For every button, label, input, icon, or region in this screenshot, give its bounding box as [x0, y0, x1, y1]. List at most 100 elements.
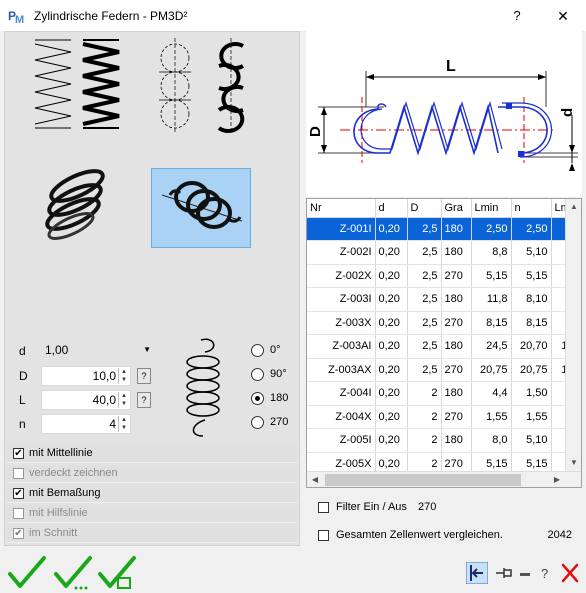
spring-drawing-svg: L D d	[307, 58, 578, 171]
scroll-thumb[interactable]	[325, 474, 521, 486]
dock-panel-icon[interactable]	[466, 562, 488, 584]
table-horizontal-scrollbar[interactable]: ◀ ▶	[307, 471, 581, 487]
spring-type-section-view[interactable]	[151, 36, 251, 133]
checkbox-checked-icon: ✔	[13, 448, 24, 459]
table-cell: 270	[441, 405, 472, 429]
spring-type-3d-wire[interactable]	[27, 168, 127, 248]
table-row[interactable]: Z-003AI0,202,518024,520,701	[307, 334, 572, 359]
table-cell: 1,55	[471, 405, 512, 429]
dim-d-label: d	[559, 108, 576, 117]
table-cell: 20,75	[511, 358, 552, 382]
param-D-spinner-icon[interactable]: ▲ ▼	[118, 368, 129, 384]
table-row[interactable]: Z-003I 0,20 2,5 180 11,8 8,10	[307, 287, 572, 312]
record-count: 2042	[547, 529, 572, 541]
table-cell: 0,20	[375, 240, 408, 265]
help-icon[interactable]: ?	[538, 562, 552, 584]
scroll-up-icon[interactable]: ▲	[566, 199, 581, 215]
table-row[interactable]: Z-001I 0,20 2,5 180 2,50 2,50	[307, 217, 572, 241]
table-row[interactable]: Z-003AX0,202,527020,7520,751	[307, 358, 572, 382]
rotation-option-180[interactable]: 180	[251, 390, 301, 408]
table-row[interactable]: Z-004X 0,20 2 270 1,55 1,55	[307, 405, 572, 429]
rotation-option-0[interactable]: 0°	[251, 342, 301, 360]
spring-3d-wire-icon	[45, 169, 105, 240]
dim-L-label: L	[446, 58, 456, 75]
spring-type-3d-solid[interactable]	[151, 168, 251, 248]
table-cell: 2,5	[407, 264, 442, 288]
param-L-value: 40,0	[92, 393, 116, 407]
minimize-icon[interactable]	[518, 562, 532, 584]
table-row[interactable]: Z-005I 0,20 2 180 8,0 5,10	[307, 428, 572, 453]
pin-icon[interactable]	[494, 562, 514, 584]
table-cell: 2,5	[407, 334, 442, 359]
checkbox-icon	[13, 468, 24, 479]
col-header-gra[interactable]: Gra	[441, 199, 472, 218]
table-cell: Z-002X	[307, 264, 376, 288]
table-cell: 2	[407, 428, 442, 453]
param-d-label: d	[19, 344, 26, 358]
col-header-nr[interactable]: Nr	[307, 199, 376, 218]
orientation-preview	[163, 332, 248, 442]
table-cell: 2,5	[407, 311, 442, 335]
scroll-left-icon[interactable]: ◀	[307, 472, 323, 487]
param-D-input[interactable]: 10,0 ▲ ▼	[41, 366, 131, 386]
param-L-input[interactable]: 40,0 ▲ ▼	[41, 390, 131, 410]
filter-checkbox[interactable]	[318, 502, 329, 513]
table-cell: 180	[441, 287, 472, 312]
table-cell: 0,20	[375, 428, 408, 453]
window-title: Zylindrische Federn - PM3D²	[34, 9, 188, 23]
param-L-spinner-icon[interactable]: ▲ ▼	[118, 392, 129, 408]
ok-checkmark-icon[interactable]	[6, 554, 48, 592]
table-row[interactable]: Z-002X 0,20 2,5 270 5,15 5,15	[307, 264, 572, 288]
ok-continue-checkmark-icon[interactable]	[52, 554, 94, 592]
table-vertical-scrollbar[interactable]: ▲ ▼	[565, 199, 581, 471]
title-help-button[interactable]: ?	[505, 6, 529, 26]
checkbox-icon	[13, 508, 24, 519]
table-cell: 8,15	[471, 311, 512, 335]
table-row[interactable]: Z-003X 0,20 2,5 270 8,15 8,15	[307, 311, 572, 335]
param-n-value: 4	[109, 417, 116, 431]
table-row[interactable]: Z-004I 0,20 2 180 4,4 1,50	[307, 381, 572, 406]
window-close-button[interactable]: ✕	[548, 6, 578, 26]
scroll-down-icon[interactable]: ▼	[566, 455, 581, 471]
option-mittellinie-label: mit Mittellinie	[29, 447, 93, 459]
table-cell: 270	[441, 358, 472, 382]
param-L-help-button[interactable]: ?	[137, 392, 151, 408]
col-header-d[interactable]: d	[375, 199, 408, 218]
table-cell: 2,5	[407, 287, 442, 312]
table-cell: 180	[441, 334, 472, 359]
table-row[interactable]: Z-002I 0,20 2,5 180 8,8 5,10	[307, 240, 572, 265]
table-cell: Z-003X	[307, 311, 376, 335]
col-header-lmin[interactable]: Lmin	[471, 199, 512, 218]
scroll-right-icon[interactable]: ▶	[549, 472, 565, 487]
table-cell: Z-005I	[307, 428, 376, 453]
table-cell: 24,5	[471, 334, 512, 359]
table-cell: 8,15	[511, 311, 552, 335]
table-cell: 2	[407, 405, 442, 429]
option-mittellinie[interactable]: ✔ mit Mittellinie	[7, 445, 297, 463]
option-verdeckt-label: verdeckt zeichnen	[29, 467, 118, 479]
table-cell: 1,50	[511, 381, 552, 406]
col-header-n[interactable]: n	[511, 199, 552, 218]
ok-place-checkmark-icon[interactable]	[96, 554, 138, 592]
col-header-D[interactable]: D	[407, 199, 442, 218]
param-n-spinner-icon[interactable]: ▲ ▼	[118, 416, 129, 432]
spring-type-wire-view[interactable]	[27, 36, 127, 129]
table-cell: 0,20	[375, 381, 408, 406]
rotation-label-90: 90°	[270, 368, 287, 380]
option-hilfslinie-label: mit Hilfslinie	[29, 507, 88, 519]
compare-checkbox[interactable]	[318, 530, 329, 541]
param-n-input[interactable]: 4 ▲ ▼	[41, 414, 131, 434]
cancel-close-icon[interactable]	[560, 562, 580, 584]
rotation-option-270[interactable]: 270	[251, 414, 301, 432]
table-cell: 8,0	[471, 428, 512, 453]
table-cell: 2	[407, 381, 442, 406]
chevron-down-icon: ▼	[143, 345, 151, 354]
table-cell: 2,5	[407, 217, 442, 241]
param-d-select[interactable]: 1,00 ▼	[41, 341, 155, 361]
rotation-option-90[interactable]: 90°	[251, 366, 301, 384]
param-D-help-button[interactable]: ?	[137, 368, 151, 384]
table-cell: 4,4	[471, 381, 512, 406]
filter-value[interactable]: 270	[418, 501, 436, 513]
option-bemassung[interactable]: ✔ mit Bemaßung	[7, 485, 297, 503]
table-cell: 180	[441, 428, 472, 453]
